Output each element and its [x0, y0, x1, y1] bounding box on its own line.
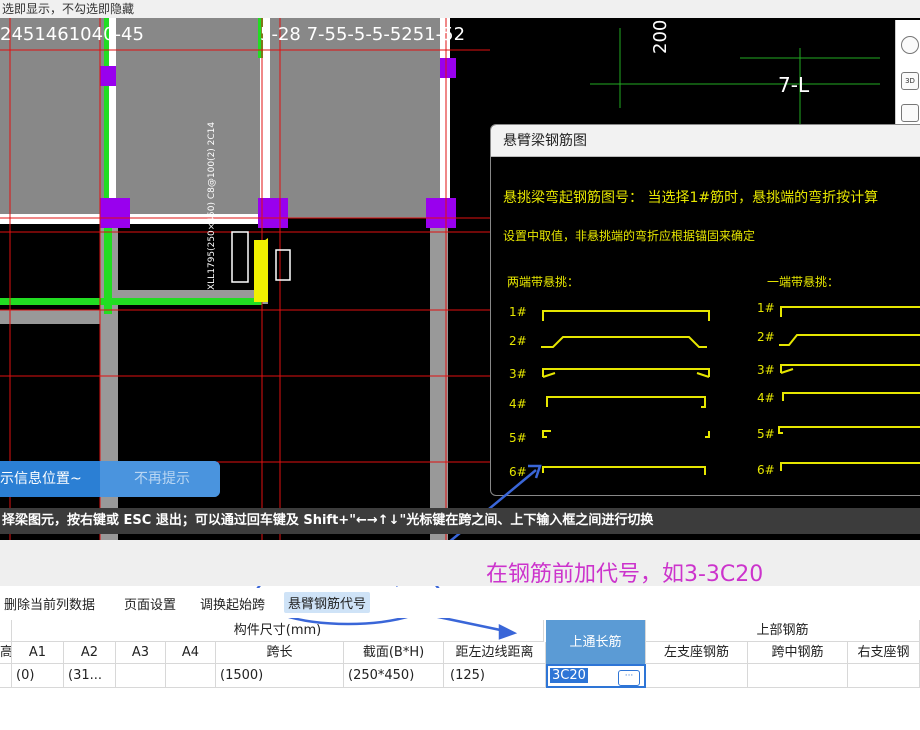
ellipsis-button[interactable]: ···: [618, 670, 640, 686]
annotation-text: 在钢筋前加代号，如3-3C20: [486, 562, 764, 587]
column-header[interactable]: 高: [0, 642, 12, 664]
delete-column-button[interactable]: 删除当前列数据: [4, 594, 95, 613]
table-cell[interactable]: [0, 664, 12, 688]
column-header[interactable]: 跨长: [216, 642, 344, 664]
table-cell[interactable]: [166, 664, 216, 688]
column-header[interactable]: 距左边线距离: [444, 642, 546, 664]
table-cell[interactable]: (0): [12, 664, 64, 688]
input-selected-text: 3C20: [550, 668, 588, 683]
column-header[interactable]: A1: [12, 642, 64, 664]
dismiss-tip-button[interactable]: 不再提示: [134, 461, 190, 497]
header-corner: [0, 620, 12, 642]
table-cell[interactable]: (1500): [216, 664, 344, 688]
column-header[interactable]: A2: [64, 642, 116, 664]
page-setup-button[interactable]: 页面设置: [124, 594, 176, 613]
group-header-top-rebar: 上部钢筋: [646, 620, 920, 642]
beam-rebar-table: 构件尺寸(mm) 上通长筋 上部钢筋 高 A1 A2 A3 A4 跨长 截面(B…: [0, 620, 920, 690]
panel-splitter[interactable]: [0, 540, 920, 586]
swap-start-span-button[interactable]: 调换起始跨: [200, 594, 265, 613]
upper-long-rebar-input[interactable]: 3C20 ···: [546, 664, 646, 688]
column-header[interactable]: A3: [116, 642, 166, 664]
column-header[interactable]: 跨中钢筋: [748, 642, 848, 664]
column-header[interactable]: 截面(B*H): [344, 642, 444, 664]
tip-position-text: 示信息位置~: [0, 471, 82, 487]
table-cell[interactable]: (250*450): [344, 664, 444, 688]
tip-dismiss-area: 不再提示: [100, 461, 220, 497]
table-cell[interactable]: (125): [444, 664, 546, 688]
table-toolbar: 删除当前列数据 页面设置 调换起始跨 悬臂钢筋代号: [0, 588, 920, 618]
table-cell[interactable]: (31...: [64, 664, 116, 688]
column-header[interactable]: 左支座钢筋: [646, 642, 748, 664]
column-header[interactable]: A4: [166, 642, 216, 664]
cantilever-code-button[interactable]: 悬臂钢筋代号: [284, 592, 371, 613]
group-header-size: 构件尺寸(mm): [12, 620, 544, 642]
table-cell[interactable]: [646, 664, 748, 688]
table-cell[interactable]: [116, 664, 166, 688]
column-header[interactable]: 右支座钢: [848, 642, 920, 664]
header-upper-long-rebar[interactable]: 上通长筋: [546, 620, 646, 666]
table-cell[interactable]: [848, 664, 920, 688]
command-status-bar: 择梁图元，按右键或 ESC 退出；可以通过回车键及 Shift+"←→↑↓"光标…: [0, 508, 920, 534]
table-cell[interactable]: [748, 664, 848, 688]
